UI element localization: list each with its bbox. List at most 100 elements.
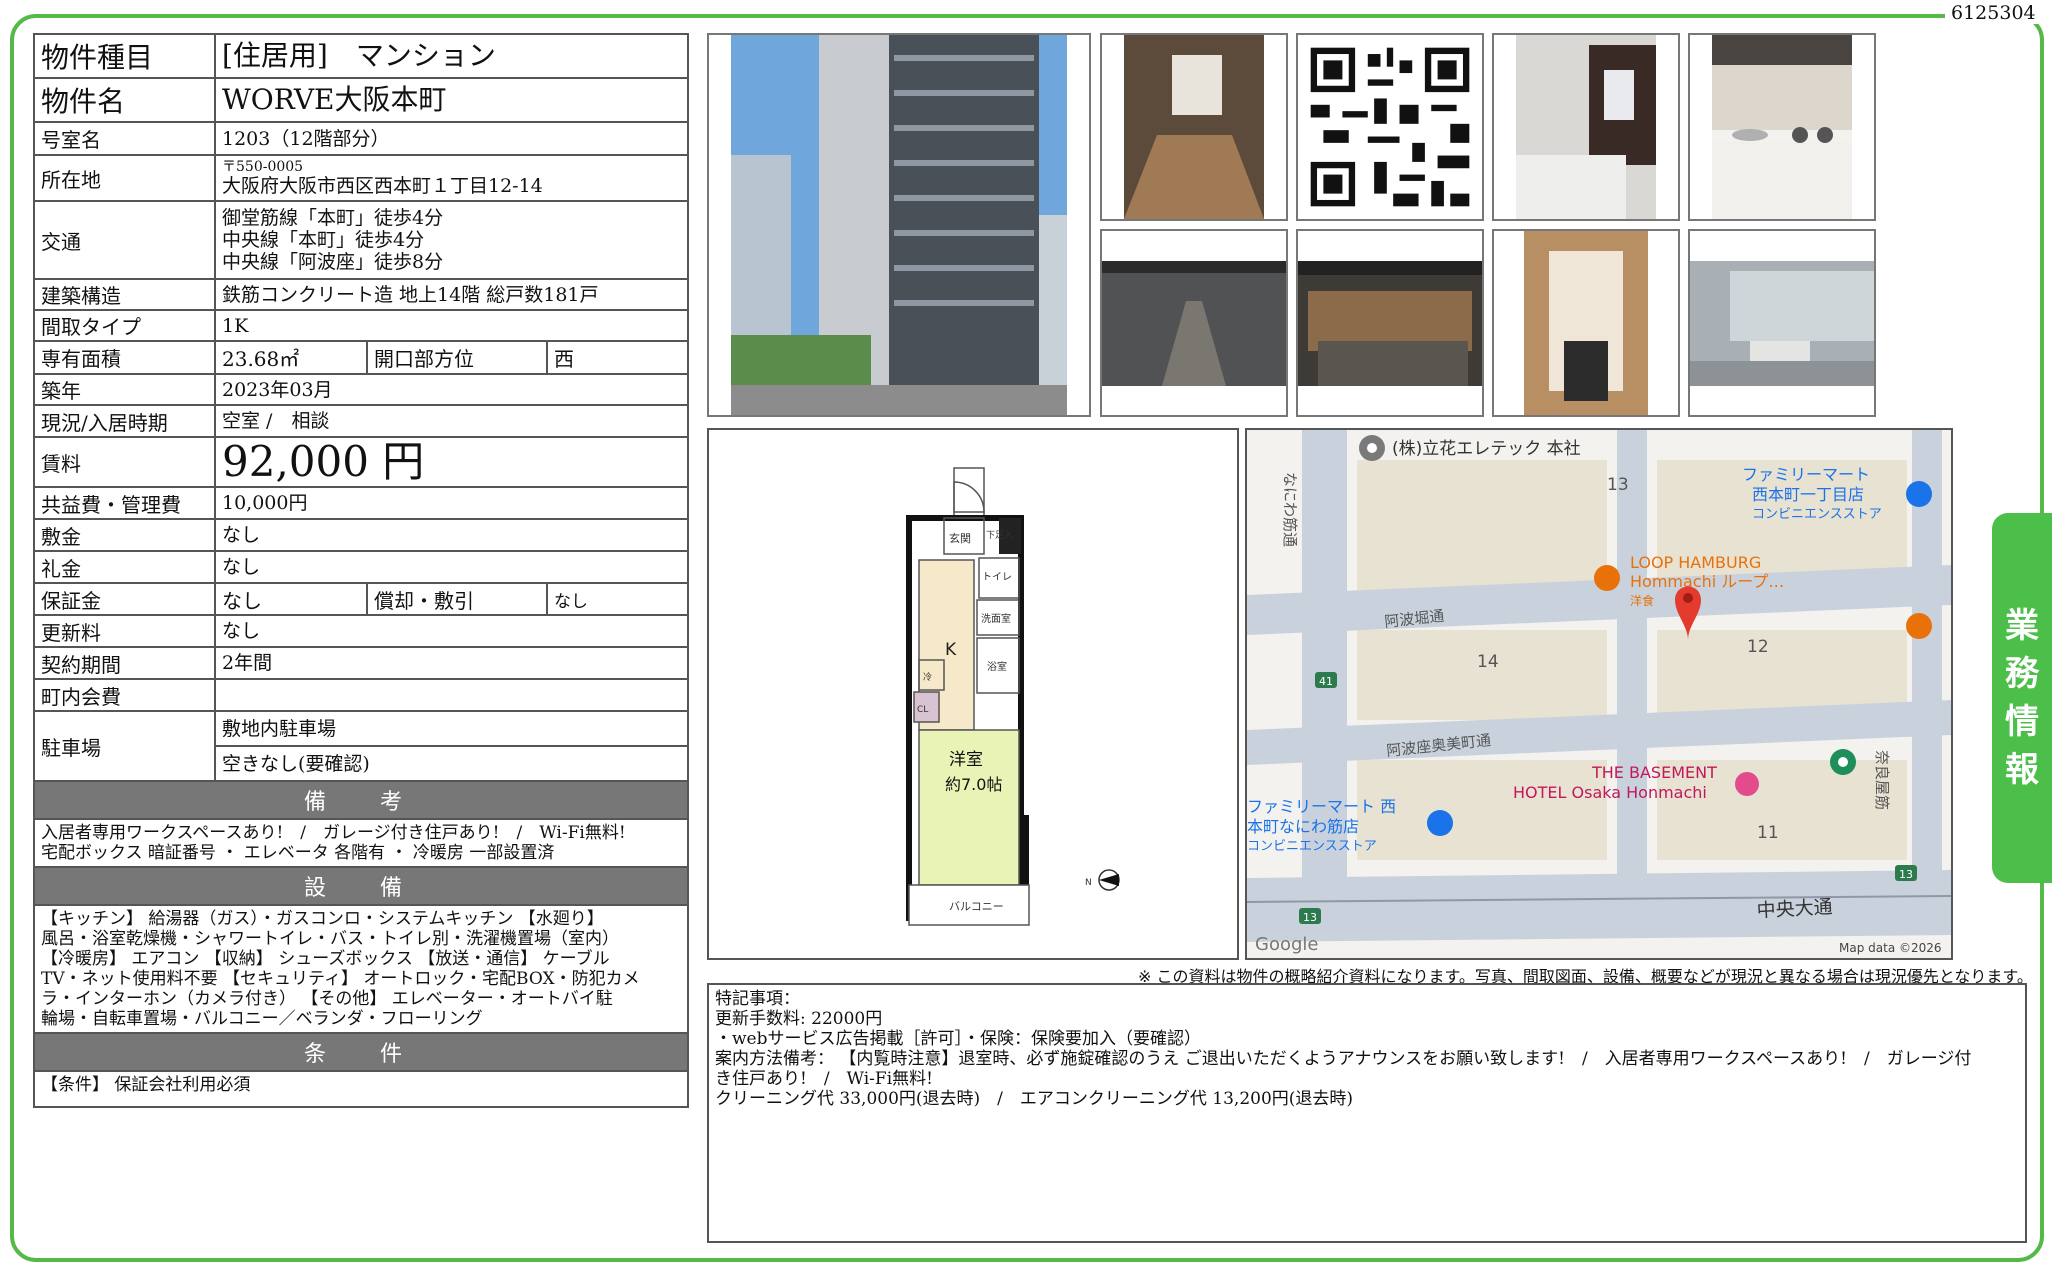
map-road-chuo-odori: 中央大通 bbox=[1756, 896, 1833, 922]
access-line: 御堂筋線「本町」徒歩4分 bbox=[222, 207, 444, 229]
row-rent: 賃料 92,000 円 bbox=[35, 437, 687, 488]
north-label: N bbox=[1085, 878, 1092, 888]
row-town-fee: 町内会費 bbox=[35, 680, 687, 712]
map-google-logo: Google bbox=[1255, 934, 1318, 955]
parking-value: 敷地内駐車場 bbox=[216, 712, 687, 747]
row-address: 所在地 〒550-0005 大阪府大阪市西区西本町１丁目12-14 bbox=[35, 156, 687, 202]
fee-label: 共益費・管理費 bbox=[35, 488, 216, 518]
map-poi-familymart-2-branch: 本町なにわ筋店 bbox=[1247, 817, 1359, 836]
interior-room-photo[interactable] bbox=[1100, 33, 1288, 221]
row-term: 契約期間 2年間 bbox=[35, 648, 687, 680]
map-poi-familymart-1: ファミリーマート bbox=[1742, 465, 1870, 484]
renewal-label: 更新料 bbox=[35, 616, 216, 646]
access-label: 交通 bbox=[35, 202, 216, 278]
parking-label: 駐車場 bbox=[35, 712, 216, 780]
deposit-label: 敷金 bbox=[35, 520, 216, 550]
equipment-heading: 設 備 bbox=[35, 868, 687, 906]
bathroom-photo[interactable] bbox=[1492, 33, 1680, 221]
map-poi-familymart-1-branch: 西本町一丁目店 bbox=[1752, 485, 1864, 504]
row-structure: 建築構造 鉄筋コンクリート造 地上14階 総戸数181戸 bbox=[35, 280, 687, 311]
property-info-table: 物件種目 [住居用] マンション 物件名 WORVE大阪本町 号室名 1203（… bbox=[33, 33, 689, 1108]
status-value: 空室 / 相談 bbox=[222, 410, 330, 432]
special-notes-line: 案内方法備考： 【内覧時注意】退室時、必ず施錠確認のうえ ご退出いただくようアナ… bbox=[715, 1049, 1972, 1069]
special-notes-line: クリーニング代 33,000円(退去時) / エアコンクリーニング代 13,20… bbox=[715, 1089, 1354, 1109]
row-parking: 駐車場 敷地内駐車場 空きなし(要確認) bbox=[35, 712, 687, 782]
fee-value: 10,000円 bbox=[222, 492, 308, 514]
kitchen-label: K bbox=[945, 640, 957, 660]
term-value: 2年間 bbox=[222, 652, 273, 674]
row-name: 物件名 WORVE大阪本町 bbox=[35, 79, 687, 123]
remarks-heading: 備 考 bbox=[35, 782, 687, 820]
name-label: 物件名 bbox=[35, 79, 216, 121]
access-line: 中央線「本町」徒歩4分 bbox=[222, 229, 425, 251]
closet-label: CL bbox=[917, 705, 928, 715]
direction-value: 西 bbox=[554, 347, 574, 371]
layout-value: 1K bbox=[222, 314, 249, 337]
built-value: 2023年03月 bbox=[222, 378, 333, 401]
map-poi-familymart-1-type: コンビニエンスストア bbox=[1752, 507, 1882, 522]
shoe-box-label: 下足入 bbox=[986, 530, 1013, 541]
qr-code bbox=[1296, 33, 1484, 221]
floor-plan[interactable]: 玄関 下足入 トイレ K 洗面室 浴室 冷 CL 洋室 約7.0帖 バルコニー … bbox=[707, 428, 1239, 960]
route-13-shield-b: 13 bbox=[1303, 911, 1317, 924]
remarks-text: 入居者専用ワークスペースあり! / ガレージ付き住戸あり! / Wi-Fi無料!… bbox=[35, 820, 687, 868]
map-block-11: 11 bbox=[1757, 823, 1779, 843]
equipment-line: ラ・インターホン（カメラ付き） 【その他】 エレベーター・オートバイ駐 bbox=[41, 989, 613, 1009]
route-13-shield: 13 bbox=[1899, 868, 1913, 881]
map-poi-loop-hamburg: LOOP HAMBURG bbox=[1630, 553, 1761, 572]
room-label: 洋室 bbox=[949, 750, 983, 770]
map-poi-loop-hamburg-sub: Hommachi ループ… bbox=[1630, 572, 1784, 591]
row-type: 物件種目 [住居用] マンション bbox=[35, 35, 687, 79]
access-line: 中央線「阿波座」徒歩8分 bbox=[222, 251, 444, 273]
address-label: 所在地 bbox=[35, 156, 216, 200]
town-fee-label: 町内会費 bbox=[35, 680, 216, 710]
equipment-line: 風呂・浴室乾燥機・シャワートイレ・バス・トイレ別・洗濯機置場（室内） bbox=[41, 929, 619, 949]
amortization-value: なし bbox=[554, 591, 588, 612]
location-map[interactable]: 13 14 12 11 41 13 13 (株)立花エレテック 本社 ファミリー… bbox=[1245, 428, 1953, 960]
type-label: 物件種目 bbox=[35, 35, 216, 77]
layout-label: 間取タイプ bbox=[35, 311, 216, 340]
map-attribution: Map data ©2026 bbox=[1839, 941, 1942, 955]
special-notes-line: き住戸あり! / Wi-Fi無料! bbox=[715, 1069, 933, 1089]
room-label: 号室名 bbox=[35, 123, 216, 154]
built-label: 築年 bbox=[35, 375, 216, 404]
row-room: 号室名 1203（12階部分） bbox=[35, 123, 687, 156]
building-exterior-photo[interactable] bbox=[707, 33, 1091, 417]
row-built: 築年 2023年03月 bbox=[35, 375, 687, 406]
side-tab-char: 報 bbox=[2005, 750, 2039, 790]
row-renewal: 更新料 なし bbox=[35, 616, 687, 648]
workspace-photo[interactable] bbox=[1492, 229, 1680, 417]
map-poi-familymart-2: ファミリーマート 西 bbox=[1247, 797, 1396, 816]
entrance-label: 玄関 bbox=[949, 531, 971, 545]
key-money-value: なし bbox=[222, 556, 261, 578]
structure-label: 建築構造 bbox=[35, 280, 216, 309]
equipment-text: 【キッチン】 給湯器（ガス）・ガスコンロ・システムキッチン 【水廻り】 風呂・浴… bbox=[35, 906, 687, 1034]
remarks-line: 入居者専用ワークスペースあり! / ガレージ付き住戸あり! / Wi-Fi無料! bbox=[41, 823, 626, 843]
conditions-heading: 条 件 bbox=[35, 1034, 687, 1072]
map-poi-basement-hotel-sub: HOTEL Osaka Honmachi bbox=[1513, 783, 1707, 802]
special-notes-line: 更新手数料: 22000円 bbox=[715, 1009, 883, 1029]
map-block-12: 12 bbox=[1747, 637, 1769, 657]
postal-code: 〒550-0005 bbox=[222, 159, 304, 175]
type-value: [住居用] マンション bbox=[222, 39, 496, 72]
map-poi-basement-hotel: THE BASEMENT bbox=[1591, 763, 1717, 782]
side-tab-char: 情 bbox=[2005, 702, 2039, 742]
equipment-line: 輪場・自転車置場・バルコニー／ベランダ・フローリング bbox=[41, 1009, 483, 1029]
remarks-line: 宅配ボックス 暗証番号 ・ エレベータ 各階有 ・ 冷暖房 一部設置済 bbox=[41, 843, 555, 863]
equipment-line: 【キッチン】 給湯器（ガス）・ガスコンロ・システムキッチン 【水廻り】 bbox=[41, 909, 604, 929]
structure-value: 鉄筋コンクリート造 地上14階 総戸数181戸 bbox=[222, 283, 599, 306]
map-street-naniwasuji: なにわ筋通 bbox=[1281, 472, 1299, 547]
special-notes-title: 特記事項： bbox=[715, 989, 800, 1009]
common-space-photo[interactable] bbox=[1688, 229, 1876, 417]
lounge-photo[interactable] bbox=[1296, 229, 1484, 417]
town-fee-value bbox=[216, 680, 687, 710]
area-value: 23.68㎡ bbox=[216, 342, 368, 373]
map-poi-familymart-2-type: コンビニエンスストア bbox=[1247, 839, 1377, 854]
kitchen-photo[interactable] bbox=[1688, 33, 1876, 221]
map-block-13: 13 bbox=[1607, 475, 1629, 495]
row-key-money: 礼金 なし bbox=[35, 552, 687, 584]
access-value: 御堂筋線「本町」徒歩4分 中央線「本町」徒歩4分 中央線「阿波座」徒歩8分 bbox=[216, 202, 687, 278]
business-info-tab[interactable]: 業 務 情 報 bbox=[1992, 513, 2052, 883]
entrance-hall-photo[interactable] bbox=[1100, 229, 1288, 417]
rent-value: 92,000 円 bbox=[222, 437, 425, 486]
